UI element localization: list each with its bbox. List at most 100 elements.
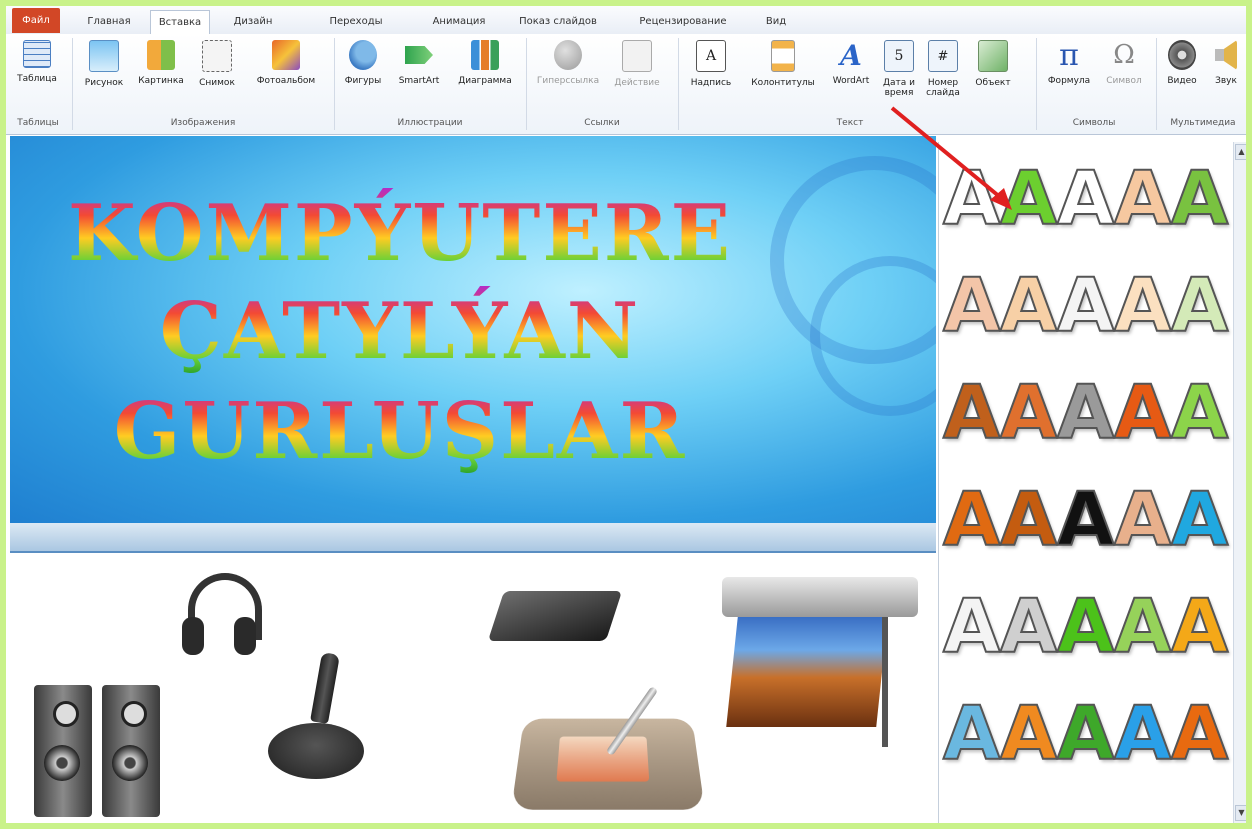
- graphics-tablet-image[interactable]: [511, 681, 705, 811]
- screenshot-button[interactable]: Снимок: [192, 40, 242, 88]
- wordart-style-4-4[interactable]: A: [1170, 589, 1229, 665]
- hyperlink-button[interactable]: Гиперссылка: [532, 40, 604, 86]
- speakers-image[interactable]: [34, 685, 164, 823]
- clipart-button[interactable]: Картинка: [132, 40, 190, 86]
- wordart-style-3-1[interactable]: A: [999, 482, 1058, 558]
- omega-icon: Ω: [1113, 40, 1135, 70]
- equation-button[interactable]: π Формула: [1040, 38, 1098, 87]
- wordart-style-1-0[interactable]: A: [942, 268, 1001, 344]
- shapes-button[interactable]: Фигуры: [338, 40, 388, 86]
- globe-icon: [554, 40, 582, 70]
- headphones-image[interactable]: [182, 573, 262, 663]
- wordart-style-4-2[interactable]: A: [1056, 589, 1115, 665]
- video-button[interactable]: Видео: [1160, 40, 1204, 86]
- scroll-down-arrow-icon[interactable]: ▼: [1235, 805, 1246, 821]
- wordart-style-2-1[interactable]: A: [999, 375, 1058, 451]
- wordart-style-0-2[interactable]: A: [1056, 161, 1115, 237]
- audio-button[interactable]: Звук: [1206, 40, 1246, 86]
- wordart-style-2-4[interactable]: A: [1170, 375, 1229, 451]
- slide-title-line-3[interactable]: GURLUŞLAR: [10, 386, 790, 477]
- wordart-style-3-2[interactable]: A: [1056, 482, 1115, 558]
- scanner-body: [487, 591, 623, 641]
- slide-canvas[interactable]: KOMPÝUTERE ÇATYLÝAN GURLUŞLAR: [10, 136, 936, 523]
- textbox-button[interactable]: A Надпись: [682, 40, 740, 88]
- wordart-style-2-2[interactable]: A: [1056, 375, 1115, 451]
- chart-button[interactable]: Диаграмма: [450, 40, 520, 86]
- gallery-scrollbar[interactable]: ▲ ▼: [1233, 142, 1246, 823]
- speaker-icon: [1215, 40, 1237, 70]
- wordart-style-5-1[interactable]: A: [999, 696, 1058, 772]
- wordart-style-4-0[interactable]: A: [942, 589, 1001, 665]
- group-tables-label: Таблицы: [17, 118, 59, 128]
- wordart-style-3-4[interactable]: A: [1170, 482, 1229, 558]
- tab-view[interactable]: Вид: [762, 10, 790, 33]
- wordart-style-2-3[interactable]: A: [1113, 375, 1172, 451]
- smartart-button[interactable]: SmartArt: [390, 40, 448, 86]
- tab-review[interactable]: Рецензирование: [630, 10, 736, 33]
- action-button[interactable]: Действие: [606, 40, 668, 88]
- date-time-label: Дата и: [882, 78, 915, 88]
- group-separator: [334, 38, 335, 130]
- picture-button[interactable]: Рисунок: [78, 40, 130, 88]
- wordart-style-5-0[interactable]: A: [942, 696, 1001, 772]
- wordart-style-3-3[interactable]: A: [1113, 482, 1172, 558]
- textbox-label: Надпись: [690, 78, 732, 88]
- shapes-icon: [349, 40, 377, 70]
- group-links-label: Ссылки: [584, 118, 620, 128]
- wordart-style-5-2[interactable]: A: [1056, 696, 1115, 772]
- header-footer-button[interactable]: Колонтитулы: [742, 40, 824, 88]
- tablet-screen: [556, 736, 650, 782]
- red-arrow-annotation: [890, 106, 1012, 210]
- tab-design[interactable]: Дизайн: [226, 10, 280, 33]
- wordart-style-1-2[interactable]: A: [1056, 268, 1115, 344]
- wordart-style-0-3[interactable]: A: [1113, 161, 1172, 237]
- slide-title-line-1[interactable]: KOMPÝUTERE: [10, 188, 790, 279]
- tab-slideshow[interactable]: Показ слайдов: [512, 10, 604, 33]
- tab-animations[interactable]: Анимация: [424, 10, 494, 33]
- tab-transitions[interactable]: Переходы: [324, 10, 388, 33]
- wordart-style-3-0[interactable]: A: [942, 482, 1001, 558]
- ribbon-tabs: Файл Главная Вставка Дизайн Переходы Ани…: [6, 6, 1246, 35]
- wordart-style-5-3[interactable]: A: [1113, 696, 1172, 772]
- joystick-image[interactable]: [266, 651, 366, 783]
- wordart-style-1-1[interactable]: A: [999, 268, 1058, 344]
- table-button[interactable]: Таблица: [8, 40, 66, 84]
- slide-number-label: Номер: [927, 78, 959, 88]
- date-time-button[interactable]: 5 Дата и время: [878, 40, 920, 98]
- wordart-style-4-3[interactable]: A: [1113, 589, 1172, 665]
- wordart-style-4-1[interactable]: A: [999, 589, 1058, 665]
- plotter-print: [726, 617, 888, 727]
- slide-title-line-2[interactable]: ÇATYLÝAN: [10, 286, 790, 377]
- picture-icon: [89, 40, 119, 72]
- speaker-woofer: [44, 745, 80, 781]
- video-label: Видео: [1167, 76, 1197, 86]
- group-separator: [1036, 38, 1037, 130]
- plotter-body: [722, 577, 918, 617]
- tab-insert[interactable]: Вставка: [150, 10, 210, 35]
- scroll-up-arrow-icon[interactable]: ▲: [1235, 144, 1246, 160]
- plotter-image[interactable]: [722, 577, 920, 757]
- arrow-shaft: [890, 106, 1008, 204]
- header-footer-icon: [771, 40, 795, 72]
- wordart-style-1-3[interactable]: A: [1113, 268, 1172, 344]
- wordart-button[interactable]: A WordArt: [826, 39, 876, 87]
- scanner-image[interactable]: [487, 581, 623, 651]
- headphones-cup-left: [182, 617, 204, 655]
- slide-number-label-2: слайда: [926, 88, 960, 98]
- table-icon: [23, 40, 51, 68]
- tab-home[interactable]: Главная: [78, 10, 140, 33]
- wordart-style-1-4[interactable]: A: [1170, 268, 1229, 344]
- calendar-icon: 5: [884, 40, 914, 72]
- textbox-icon: A: [696, 40, 726, 72]
- symbol-button[interactable]: Ω Символ: [1100, 40, 1148, 86]
- object-button[interactable]: Объект: [968, 40, 1018, 88]
- wordart-style-5-4[interactable]: A: [1170, 696, 1229, 772]
- slide-number-icon: #: [928, 40, 958, 72]
- slide-number-button[interactable]: # Номер слайда: [920, 40, 966, 98]
- audio-label: Звук: [1215, 76, 1237, 86]
- tab-file[interactable]: Файл: [12, 8, 60, 33]
- wordart-style-2-0[interactable]: A: [942, 375, 1001, 451]
- photo-album-button[interactable]: Фотоальбом: [244, 40, 328, 86]
- group-images-label: Изображения: [170, 118, 236, 128]
- wordart-style-0-4[interactable]: A: [1170, 161, 1229, 237]
